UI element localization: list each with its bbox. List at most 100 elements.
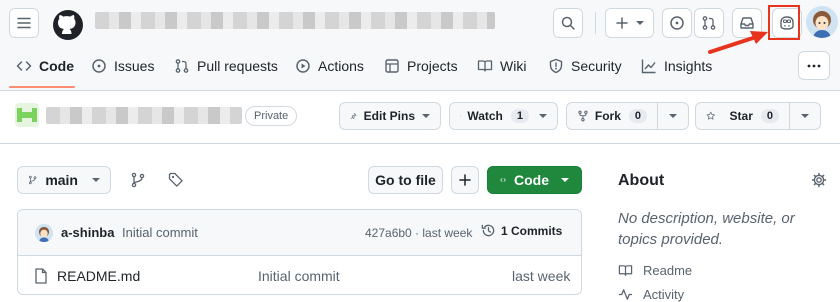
annotation-arrow-icon [706,28,774,58]
history-icon [481,223,496,238]
kebab-horizontal-icon [806,58,822,74]
star-count: 0 [761,109,779,123]
more-nav-button[interactable] [798,51,830,80]
caret-down-icon [92,178,100,182]
commit-hash-time[interactable]: 427a6b0 · last week [365,226,472,240]
watch-button[interactable]: Watch 1 [449,102,558,130]
file-commit-time: last week [512,268,570,284]
tab-projects[interactable]: Projects [384,50,458,82]
eye-icon [460,108,461,124]
about-settings-button[interactable] [811,172,827,188]
readme-link[interactable]: Readme [618,263,692,278]
tab-actions[interactable]: Actions [295,50,364,82]
add-file-button[interactable] [451,166,479,194]
github-logo-icon[interactable] [52,9,84,41]
git-branch-icon [28,173,37,187]
repo-path-redacted [95,12,495,29]
identicon-icon [15,103,39,127]
code-icon [16,58,32,74]
pin-icon [350,109,357,123]
watch-count: 1 [511,109,529,123]
avatar-icon [35,224,53,242]
fork-button[interactable]: Fork 0 [566,102,658,130]
commit-message[interactable]: Initial commit [122,225,198,240]
tab-wiki[interactable]: Wiki [477,50,526,82]
fork-label: Fork [595,109,621,123]
file-commit-message[interactable]: Initial commit [258,268,340,284]
active-tab-underline [9,86,75,88]
commits-history-link[interactable]: 1 Commits [481,223,562,238]
readme-label: Readme [643,263,692,278]
pulse-icon [618,287,633,302]
edit-pins-button[interactable]: Edit Pins [339,102,441,130]
star-dropdown-button[interactable] [789,102,821,130]
issue-icon [91,58,107,74]
avatar-icon [806,6,838,38]
caret-down-icon [561,178,569,182]
caret-down-icon [422,114,430,118]
branches-link[interactable] [130,172,146,188]
code-icon [500,172,506,188]
play-icon [295,58,311,74]
code-button-label: Code [514,172,549,188]
create-new-button[interactable] [605,8,654,38]
menu-button[interactable] [9,8,39,38]
pull-request-icon [174,58,190,74]
tab-insights[interactable]: Insights [641,50,712,82]
tab-label: Pull requests [197,58,278,74]
search-button[interactable] [553,8,583,38]
tab-label: Actions [318,58,364,74]
repo-header-divider [0,143,840,144]
shield-icon [548,58,564,74]
commit-author[interactable]: a-shinba [61,225,114,240]
tab-label: Wiki [500,58,526,74]
tab-label: Code [39,58,74,74]
visibility-badge: Private [245,106,297,126]
tags-link[interactable] [168,172,184,188]
caret-down-icon [539,114,547,118]
book-icon [477,58,493,74]
star-button[interactable]: Star 0 [695,102,790,130]
tab-security[interactable]: Security [548,50,622,82]
issues-button[interactable] [662,8,692,38]
tab-pull-requests[interactable]: Pull requests [174,50,278,82]
go-to-file-label: Go to file [375,172,436,188]
about-description: No description, website, or topics provi… [618,208,818,250]
tag-icon [168,172,184,188]
plus-icon [458,173,472,187]
fork-icon [577,108,589,124]
file-name-link[interactable]: README.md [57,268,140,284]
repo-name-redacted [46,107,242,124]
book-icon [618,263,633,278]
tab-label: Projects [407,58,458,74]
gear-icon [811,172,827,188]
issue-opened-icon [669,15,685,31]
fork-dropdown-button[interactable] [657,102,689,130]
about-title: About [618,172,664,190]
edit-pins-label: Edit Pins [364,109,415,123]
star-label: Star [730,109,753,123]
visibility-label: Private [254,110,288,122]
repo-owner-avatar[interactable] [15,103,39,127]
user-avatar[interactable] [806,6,838,38]
author-avatar[interactable] [35,224,53,242]
star-icon [706,108,716,124]
go-to-file-button[interactable]: Go to file [368,166,443,194]
graph-icon [641,58,657,74]
watch-label: Watch [467,109,503,123]
latest-commit-bar: a-shinba Initial commit 427a6b0 · last w… [18,210,581,256]
activity-label: Activity [643,287,684,302]
tab-label: Issues [114,58,154,74]
git-branch-icon [130,172,146,188]
search-icon [560,15,576,31]
file-row: README.md Initial commit last week [18,256,581,295]
code-dropdown-button[interactable]: Code [487,166,582,194]
table-icon [384,58,400,74]
caret-down-icon [636,21,644,25]
activity-link[interactable]: Activity [618,287,684,302]
plus-icon [615,16,629,30]
tab-code[interactable]: Code [16,50,74,82]
branch-label: main [45,172,78,188]
tab-issues[interactable]: Issues [91,50,154,82]
branch-selector[interactable]: main [17,166,111,194]
